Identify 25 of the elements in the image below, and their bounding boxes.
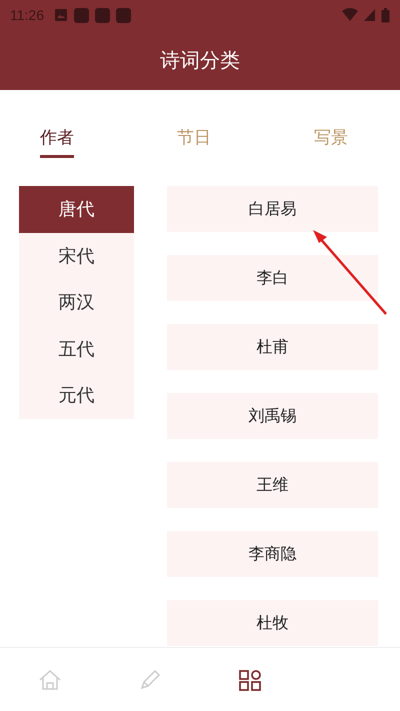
home-icon[interactable] xyxy=(38,668,62,692)
dynasty-item[interactable]: 两汉 xyxy=(19,279,134,326)
signal-icon xyxy=(364,9,375,21)
notification-icon xyxy=(95,8,110,22)
author-item[interactable]: 刘禹锡 xyxy=(167,393,378,439)
author-item[interactable]: 杜甫 xyxy=(167,324,378,370)
battery-icon xyxy=(381,8,390,22)
author-item[interactable]: 杜牧 xyxy=(167,600,378,646)
image-icon xyxy=(54,8,68,22)
dynasty-item[interactable]: 宋代 xyxy=(19,232,134,279)
dynasty-item[interactable]: 元代 xyxy=(19,372,134,418)
notification-icon xyxy=(116,8,131,22)
author-item[interactable]: 白居易 xyxy=(167,186,378,232)
pencil-icon[interactable] xyxy=(138,668,162,692)
author-item[interactable]: 王维 xyxy=(167,462,378,508)
category-tab[interactable]: 作者 xyxy=(40,126,74,158)
dynasty-item[interactable]: 五代 xyxy=(19,326,134,372)
dynasty-item[interactable]: 唐代 xyxy=(19,186,134,232)
notification-icon xyxy=(74,8,89,22)
author-item[interactable]: 李白 xyxy=(167,255,378,301)
author-item[interactable]: 李商隐 xyxy=(167,531,378,577)
status-time: 11:26 xyxy=(10,7,44,23)
grid-icon[interactable] xyxy=(238,668,262,692)
page-title: 诗词分类 xyxy=(160,46,240,74)
wifi-icon xyxy=(342,8,358,22)
